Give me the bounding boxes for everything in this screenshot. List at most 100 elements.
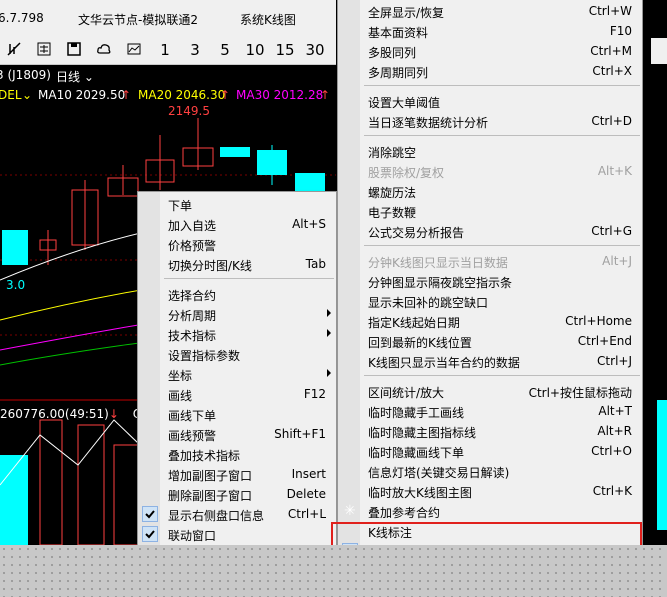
left_menu-item-7[interactable]: 技术指标 bbox=[138, 324, 336, 344]
left_menu-item-2[interactable]: 价格预警 bbox=[138, 234, 336, 254]
left_menu-item-16[interactable]: 显示右侧盘口信息 Ctrl+L bbox=[138, 504, 336, 524]
menu-item-label: 螺旋历法 bbox=[368, 186, 417, 200]
checkmark-icon bbox=[142, 526, 158, 542]
period-15-button[interactable]: 15 bbox=[274, 40, 296, 60]
menu-item-label: 股票除权/复权 bbox=[368, 166, 445, 180]
right_menu-item-18[interactable]: 回到最新的K线位置 Ctrl+End bbox=[338, 331, 642, 351]
volume-bar bbox=[113, 444, 139, 545]
window-subtitle: 系统K线图 bbox=[240, 13, 296, 27]
left_menu-item-10[interactable]: 画线 F12 bbox=[138, 384, 336, 404]
right_menu-item-12[interactable]: 公式交易分析报告 Ctrl+G bbox=[338, 221, 642, 241]
menu-item-label: 加入自选 bbox=[168, 219, 217, 233]
right_menu-item-8[interactable]: 消除跳空 bbox=[338, 141, 642, 161]
contract-code: 3 (J1809) bbox=[0, 68, 51, 82]
menu-separator bbox=[364, 135, 640, 136]
period-5-button[interactable]: 5 bbox=[218, 40, 232, 60]
period-3-button[interactable]: 3 bbox=[188, 40, 202, 60]
right_menu-item-0[interactable]: 全屏显示/恢复 Ctrl+W bbox=[338, 1, 642, 21]
crosshair-tool-icon[interactable] bbox=[6, 41, 22, 57]
right_menu-item-23[interactable]: 临时隐藏主图指标线 Alt+R bbox=[338, 421, 642, 441]
checkmark-icon bbox=[142, 506, 158, 522]
high-price-label: 2149.5 bbox=[168, 104, 210, 118]
right_menu-item-5[interactable]: 设置大单阈值 bbox=[338, 91, 642, 111]
right_menu-item-26[interactable]: 临时放大K线图主图 Ctrl+K bbox=[338, 481, 642, 501]
right_menu-item-25[interactable]: 信息灯塔(关键交易日解读) bbox=[338, 461, 642, 481]
chevron-down-icon: ⌄ bbox=[83, 70, 94, 84]
candle bbox=[2, 230, 28, 265]
left_menu-item-12[interactable]: 画线预警 Shift+F1 bbox=[138, 424, 336, 444]
left_menu-item-17[interactable]: 联动窗口 bbox=[138, 524, 336, 544]
chart-window-icon[interactable] bbox=[126, 41, 142, 57]
right_menu-item-14[interactable]: 分钟K线图只显示当日数据 Alt+J bbox=[338, 251, 642, 271]
candle bbox=[220, 147, 250, 157]
menu-item-label: 价格预警 bbox=[168, 239, 217, 253]
left_menu-item-9[interactable]: 坐标 bbox=[138, 364, 336, 384]
period-1-button[interactable]: 1 bbox=[158, 40, 172, 60]
save-icon[interactable] bbox=[66, 41, 82, 57]
period-10-button[interactable]: 10 bbox=[244, 40, 266, 60]
right_menu-item-16[interactable]: 显示未回补的跳空缺口 bbox=[338, 291, 642, 311]
right_menu-item-21[interactable]: 区间统计/放大 Ctrl+按住鼠标拖动 bbox=[338, 381, 642, 401]
left_menu-item-5[interactable]: 选择合约 bbox=[138, 284, 336, 304]
right_menu-item-19[interactable]: K线图只显示当年合约的数据 Ctrl+J bbox=[338, 351, 642, 371]
right_menu-item-1[interactable]: 基本面资料 F10 bbox=[338, 21, 642, 41]
left_menu-item-1[interactable]: 加入自选 Alt+S bbox=[138, 214, 336, 234]
period-selector[interactable]: 日线 ⌄ bbox=[56, 68, 94, 85]
menu-item-label: 下单 bbox=[168, 199, 193, 213]
submenu-arrow-icon bbox=[327, 369, 331, 377]
menu-item-label: 分钟K线图只显示当日数据 bbox=[368, 256, 508, 270]
right_menu-item-24[interactable]: 临时隐藏画线下单 Ctrl+O bbox=[338, 441, 642, 461]
menu-item-label: 画线下单 bbox=[168, 409, 217, 423]
menu-item-shortcut: Alt+R bbox=[597, 424, 632, 438]
menu-item-label: 画线 bbox=[168, 389, 193, 403]
submenu-arrow-icon bbox=[327, 309, 331, 317]
bottom-desktop-area bbox=[0, 545, 667, 597]
menu-item-label: 信息灯塔(关键交易日解读) bbox=[368, 466, 510, 480]
left_menu-item-3[interactable]: 切换分时图/K线 Tab bbox=[138, 254, 336, 274]
left_menu-item-13[interactable]: 叠加技术指标 bbox=[138, 444, 336, 464]
sparkle-icon: ✳ bbox=[344, 503, 356, 519]
right_menu-item-3[interactable]: 多周期同列 Ctrl+X bbox=[338, 61, 642, 81]
up-arrow-icon: ↑ bbox=[121, 88, 132, 102]
right_menu-item-2[interactable]: 多股同列 Ctrl+M bbox=[338, 41, 642, 61]
dropdown-icon[interactable]: ⌄ bbox=[22, 88, 32, 102]
menu-item-shortcut: Alt+K bbox=[597, 164, 632, 178]
right_menu-item-27[interactable]: 叠加参考合约 bbox=[338, 501, 642, 521]
right_menu-item-11[interactable]: 电子数鞭 bbox=[338, 201, 642, 221]
right_menu-item-6[interactable]: 当日逐笔数据统计分析 Ctrl+D bbox=[338, 111, 642, 131]
menu-item-label: 多周期同列 bbox=[368, 66, 429, 80]
menu-item-label: 显示未回补的跳空缺口 bbox=[368, 296, 489, 310]
window-titlebar[interactable]: 6.7.798 文华云节点-模拟联通2 系统K线图 bbox=[0, 0, 336, 36]
left_menu-item-14[interactable]: 增加副图子窗口 Insert bbox=[138, 464, 336, 484]
menu-item-label: 坐标 bbox=[168, 369, 193, 383]
right_menu-item-9[interactable]: 股票除权/复权 Alt+K bbox=[338, 161, 642, 181]
right_menu-item-10[interactable]: 螺旋历法 bbox=[338, 181, 642, 201]
cloud-icon[interactable] bbox=[96, 41, 112, 57]
menu-separator bbox=[164, 278, 334, 279]
calculator-icon[interactable] bbox=[36, 41, 52, 57]
right_menu-item-17[interactable]: 指定K线起始日期 Ctrl+Home bbox=[338, 311, 642, 331]
left_menu-item-6[interactable]: 分析周期 bbox=[138, 304, 336, 324]
menu-item-label: 分钟图显示隔夜跳空指示条 bbox=[368, 276, 513, 290]
submenu-arrow-icon bbox=[327, 329, 331, 337]
menu-item-label: 临时放大K线图主图 bbox=[368, 486, 472, 500]
version-label: 6.7.798 bbox=[0, 11, 44, 25]
menu-item-label: 删除副图子窗口 bbox=[168, 489, 253, 503]
left_menu-item-8[interactable]: 设置指标参数 bbox=[138, 344, 336, 364]
menu-item-shortcut: Alt+J bbox=[602, 254, 632, 268]
volume-bar bbox=[77, 424, 105, 545]
menu-separator bbox=[364, 245, 640, 246]
menu-item-label: 临时隐藏手工画线 bbox=[368, 406, 465, 420]
left_menu-item-15[interactable]: 删除副图子窗口 Delete bbox=[138, 484, 336, 504]
menu-item-label: 多股同列 bbox=[368, 46, 417, 60]
left_menu-item-0[interactable]: 下单 bbox=[138, 194, 336, 214]
menu-item-shortcut: Ctrl+End bbox=[577, 334, 632, 348]
right_menu-item-22[interactable]: 临时隐藏手工画线 Alt+T bbox=[338, 401, 642, 421]
menu-item-shortcut: F10 bbox=[609, 24, 632, 38]
volume-bar bbox=[657, 400, 667, 530]
right_menu-item-15[interactable]: 分钟图显示隔夜跳空指示条 bbox=[338, 271, 642, 291]
menu-item-shortcut: Ctrl+Home bbox=[565, 314, 632, 328]
left_menu-item-11[interactable]: 画线下单 bbox=[138, 404, 336, 424]
period-30-button[interactable]: 30 bbox=[304, 40, 326, 60]
menu-item-label: 区间统计/放大 bbox=[368, 386, 445, 400]
